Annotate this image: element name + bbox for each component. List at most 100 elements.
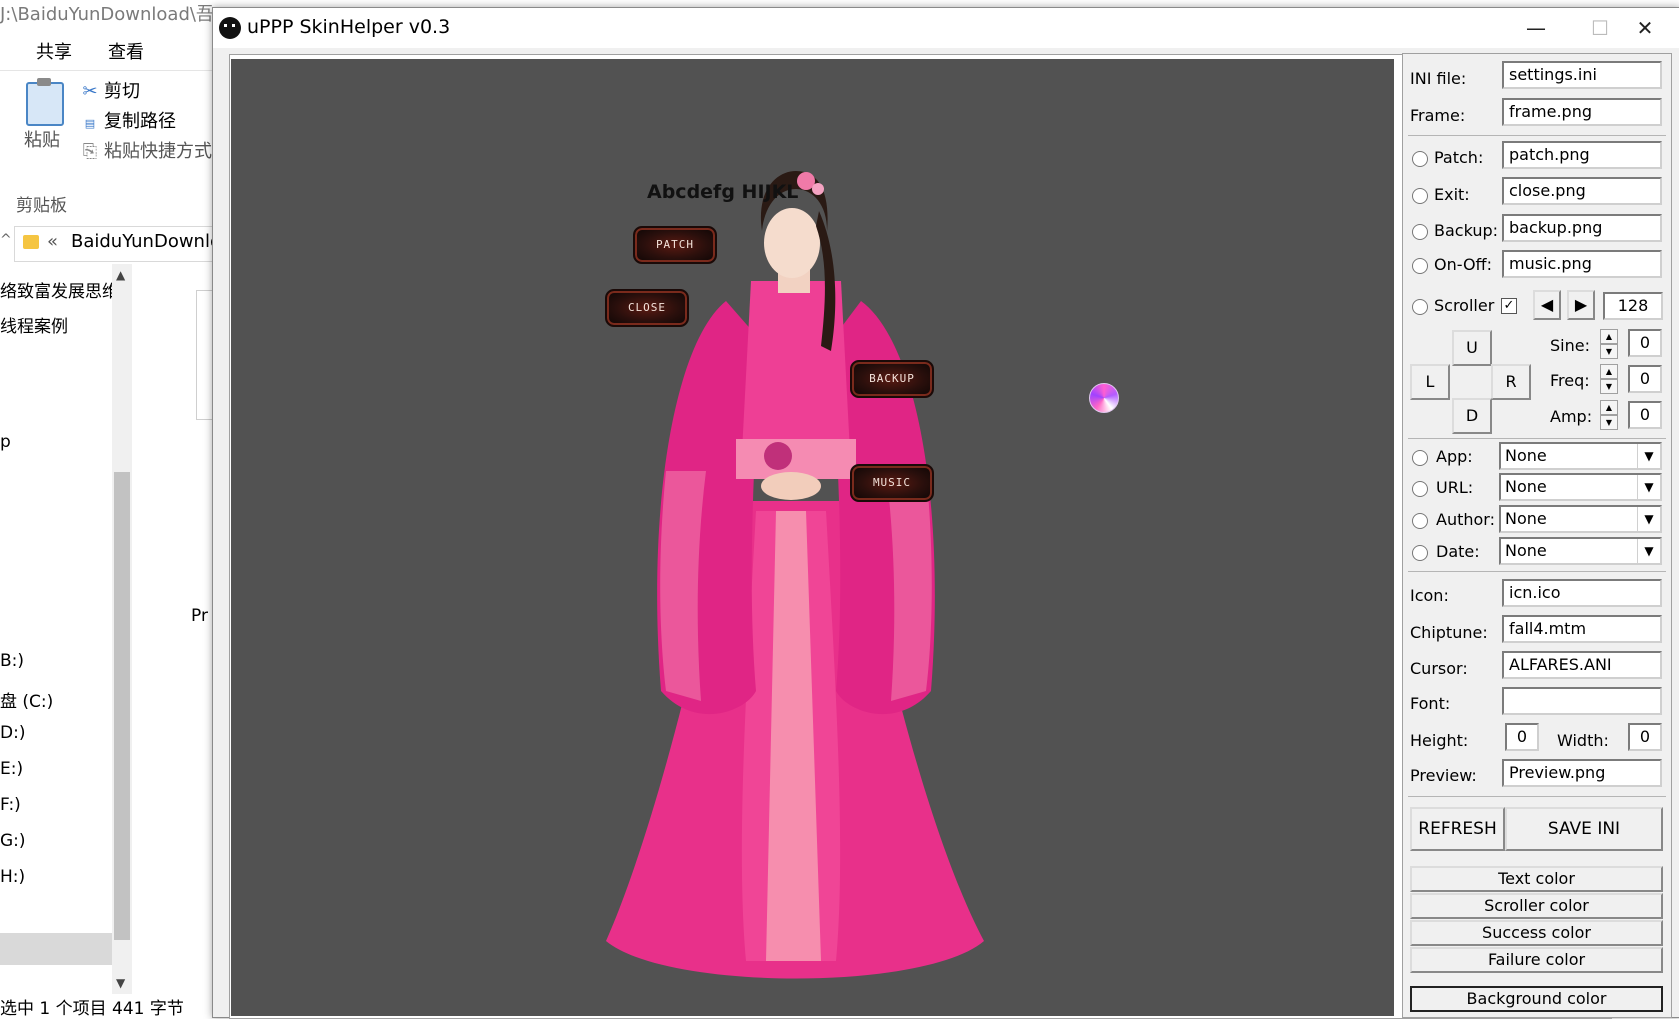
background-color-button[interactable]: Background color (1410, 986, 1663, 1012)
text-color-button[interactable]: Text color (1410, 866, 1663, 892)
minimize-button[interactable]: — (1504, 8, 1568, 48)
direction-down-button[interactable]: D (1452, 398, 1492, 434)
patch-input[interactable]: patch.png (1502, 141, 1662, 169)
paste-shortcut-button[interactable]: ⎘ 粘贴快捷方式 (80, 137, 212, 163)
scroll-down-icon[interactable]: ▼ (116, 976, 125, 990)
close-button[interactable]: ✕ (1613, 8, 1677, 48)
failure-color-button[interactable]: Failure color (1410, 947, 1663, 973)
icon-label: Icon: (1410, 586, 1449, 605)
sine-spinner[interactable]: ▲ ▼ (1600, 329, 1618, 359)
backup-label: Backup: (1434, 221, 1499, 240)
divider (1408, 796, 1666, 797)
width-input[interactable]: 0 (1628, 723, 1662, 751)
nav-scrollbar[interactable]: ▲ ▼ (112, 264, 132, 994)
spin-down-icon[interactable]: ▼ (1600, 379, 1618, 394)
chiptune-input[interactable]: fall4.mtm (1502, 615, 1662, 643)
spin-down-icon[interactable]: ▼ (1600, 344, 1618, 359)
author-radio[interactable] (1412, 513, 1428, 529)
date-radio[interactable] (1412, 545, 1428, 561)
skin-patch-button[interactable]: PATCH (633, 226, 717, 264)
exit-radio[interactable] (1412, 188, 1428, 204)
file-item-label[interactable]: Pr (191, 606, 208, 626)
nav-item-drive[interactable]: F:) (0, 795, 21, 815)
preview-input[interactable]: Preview.png (1502, 759, 1662, 787)
date-select-value: None (1505, 541, 1547, 560)
address-chevron: « (47, 231, 59, 252)
direction-left-button[interactable]: L (1410, 364, 1450, 400)
scroller-radio[interactable] (1412, 299, 1428, 315)
nav-item-drive[interactable]: B:) (0, 651, 24, 671)
scroller-right-button[interactable]: ▶ (1567, 290, 1595, 320)
scrollbar-thumb[interactable] (114, 472, 130, 940)
address-bar[interactable]: « BaiduYunDownlo (14, 226, 215, 262)
spin-up-icon[interactable]: ▲ (1600, 364, 1618, 379)
skin-music-button[interactable]: MUSIC (850, 464, 934, 502)
nav-item[interactable]: 线程案例 (0, 312, 68, 337)
font-input[interactable] (1502, 687, 1662, 715)
cut-button[interactable]: ✂ 剪切 (80, 77, 140, 103)
height-input[interactable]: 0 (1505, 723, 1539, 751)
scroller-left-button[interactable]: ◀ (1533, 290, 1561, 320)
nav-item-drive[interactable]: G:) (0, 831, 26, 851)
frame-input[interactable]: frame.png (1502, 98, 1662, 126)
ini-file-label: INI file: (1410, 69, 1467, 88)
paste-button[interactable]: 粘贴 (24, 126, 60, 152)
spin-up-icon[interactable]: ▲ (1600, 329, 1618, 344)
nav-item-drive[interactable]: D:) (0, 723, 25, 743)
dropdown-arrow-icon[interactable]: ▼ (1637, 507, 1660, 531)
backup-input[interactable]: backup.png (1502, 214, 1662, 242)
onoff-radio[interactable] (1412, 258, 1428, 274)
sine-input[interactable]: 0 (1628, 329, 1662, 357)
cursor-input[interactable]: ALFARES.ANI (1502, 651, 1662, 679)
success-color-button[interactable]: Success color (1410, 920, 1663, 946)
date-label: Date: (1436, 542, 1480, 561)
backup-radio[interactable] (1412, 224, 1428, 240)
refresh-button[interactable]: REFRESH (1410, 807, 1505, 851)
save-ini-button[interactable]: SAVE INI (1505, 807, 1663, 851)
scissors-icon: ✂ (82, 81, 98, 102)
date-select[interactable]: None ▼ (1499, 537, 1662, 565)
nav-item-drive[interactable]: E:) (0, 759, 23, 779)
icon-input[interactable]: icn.ico (1502, 579, 1662, 607)
nav-item[interactable]: 络致富发展思维 (0, 277, 119, 302)
url-select[interactable]: None ▼ (1499, 473, 1662, 501)
spin-up-icon[interactable]: ▲ (1600, 400, 1618, 415)
scroll-up-icon[interactable]: ▲ (116, 268, 125, 282)
nav-item[interactable]: p (0, 432, 11, 452)
copy-path-button[interactable]: ▤ 复制路径 (80, 107, 176, 133)
clipboard-icon[interactable] (26, 78, 64, 126)
dropdown-arrow-icon[interactable]: ▼ (1637, 444, 1660, 468)
app-select[interactable]: None ▼ (1499, 442, 1662, 470)
scroller-speed-input[interactable]: 128 (1603, 292, 1663, 320)
dropdown-arrow-icon[interactable]: ▼ (1637, 539, 1660, 563)
url-radio[interactable] (1412, 481, 1428, 497)
nav-item-drive[interactable]: 盘 (C:) (0, 687, 53, 712)
tab-share[interactable]: 共享 (36, 38, 72, 64)
amp-input[interactable]: 0 (1628, 401, 1662, 429)
author-select[interactable]: None ▼ (1499, 505, 1662, 533)
scroller-checkbox[interactable]: ✓ (1501, 298, 1517, 314)
ribbon-divider (0, 70, 215, 71)
nav-item-drive[interactable]: H:) (0, 867, 25, 887)
skin-backup-button[interactable]: BACKUP (850, 360, 934, 398)
freq-spinner[interactable]: ▲ ▼ (1600, 364, 1618, 394)
direction-up-button[interactable]: U (1452, 330, 1492, 366)
dropdown-arrow-icon[interactable]: ▼ (1637, 475, 1660, 499)
scroller-color-button[interactable]: Scroller color (1410, 893, 1663, 919)
onoff-input[interactable]: music.png (1502, 250, 1662, 278)
window-title: uPPP SkinHelper v0.3 (247, 16, 451, 38)
skin-preview[interactable]: Abcdefg HIJKL PATCH CLOSE BACKUP MUSIC (231, 59, 1394, 1016)
clipboard-group-label: 剪贴板 (16, 196, 67, 216)
direction-right-button[interactable]: R (1491, 364, 1531, 400)
app-radio[interactable] (1412, 450, 1428, 466)
skin-close-button[interactable]: CLOSE (605, 289, 689, 327)
tab-view[interactable]: 查看 (108, 38, 144, 64)
spin-down-icon[interactable]: ▼ (1600, 415, 1618, 430)
title-bar[interactable]: uPPP SkinHelper v0.3 — ☐ ✕ (213, 8, 1679, 48)
patch-radio[interactable] (1412, 151, 1428, 167)
amp-spinner[interactable]: ▲ ▼ (1600, 400, 1618, 430)
freq-input[interactable]: 0 (1628, 365, 1662, 393)
up-chevron-icon[interactable]: ^ (0, 232, 12, 248)
exit-input[interactable]: close.png (1502, 177, 1662, 205)
ini-file-input[interactable]: settings.ini (1502, 61, 1662, 89)
